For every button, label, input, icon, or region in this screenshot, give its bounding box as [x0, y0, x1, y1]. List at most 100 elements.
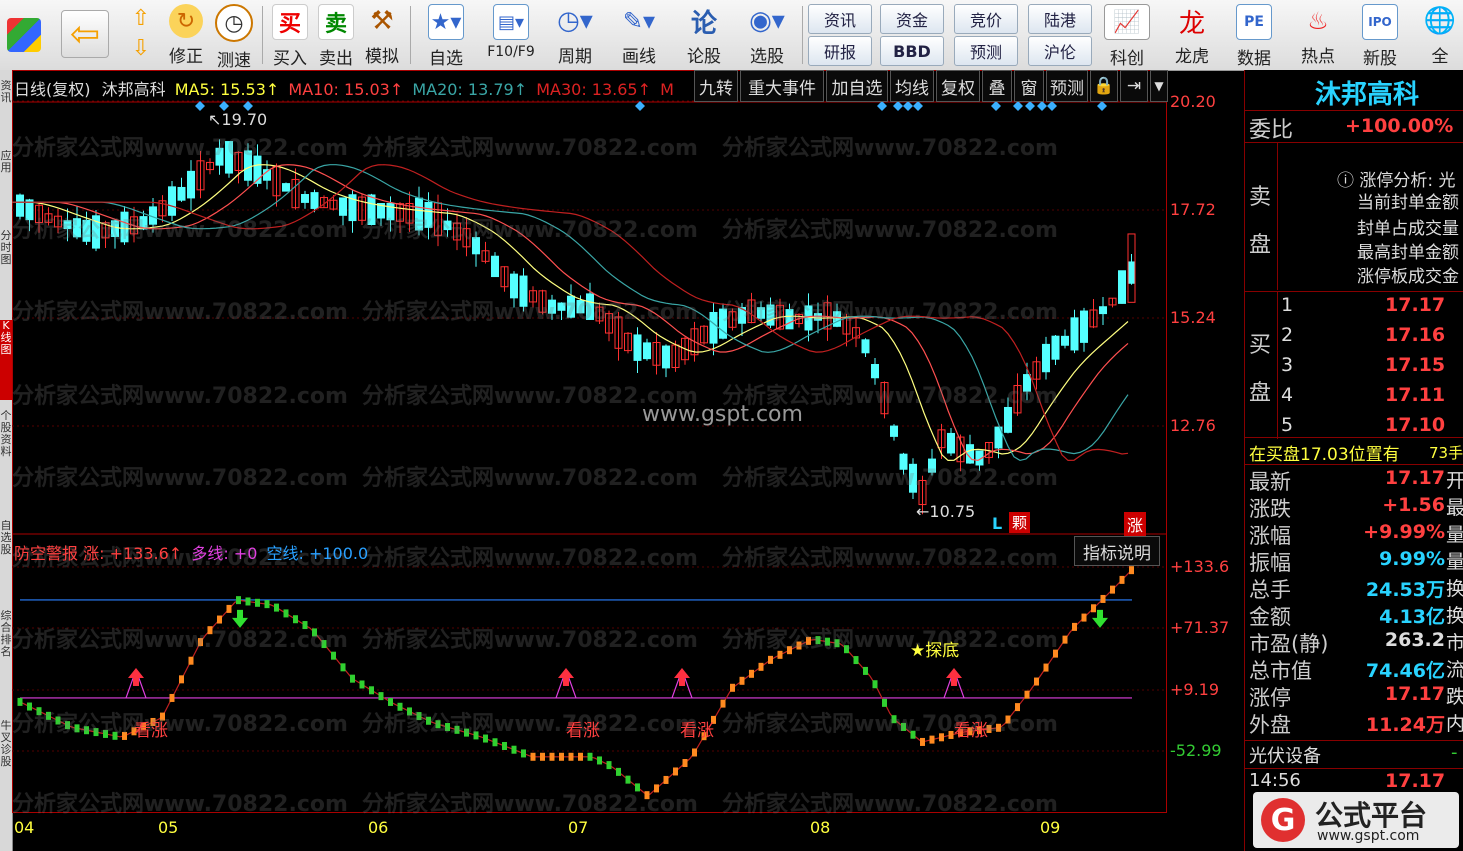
back-button[interactable]: ⇦ [58, 2, 112, 68]
left-tab-kline[interactable]: K线图 [0, 320, 12, 400]
sector-label[interactable]: 光伏设备 [1249, 742, 1321, 768]
stat-row: 总市值 74.46亿流 [1249, 655, 1463, 685]
left-tab-profile[interactable]: 个股资料 [0, 410, 12, 510]
toolbar-simulate-button[interactable]: ⚒ 模拟 [360, 2, 404, 68]
left-tab-diagnosis[interactable]: 牛叉诊股 [0, 720, 12, 840]
ipo-icon: IPO [1362, 4, 1398, 40]
indicator-bar [549, 752, 555, 761]
btn-ma[interactable]: 均线 [890, 70, 934, 102]
toolbar-discuss-button[interactable]: 论 论股 [680, 2, 728, 68]
toolbar-research-button[interactable]: 研报 [808, 36, 872, 66]
toolbar-shanghai-london-button[interactable]: 沪伦 [1028, 36, 1092, 66]
btn-window[interactable]: 窗 [1014, 70, 1044, 102]
toolbar-news-button[interactable]: 资讯 [808, 4, 872, 34]
panel-toggle-icon[interactable]: ⇥ [1120, 70, 1148, 102]
toolbar-forecast-button[interactable]: 预测 [954, 36, 1018, 66]
watermark-text: 分析家公式网www.70822.com [12, 466, 348, 491]
toolbar-hot-button[interactable]: ♨ 热点 [1290, 2, 1346, 68]
indicator-bar [188, 656, 194, 665]
period-clock-icon: ◷▾ [557, 6, 593, 36]
toolbar-watchlist-button[interactable]: ★▾ 自选 [418, 2, 474, 69]
btn-overlay[interactable]: 叠 [982, 70, 1012, 102]
indicator-help-button[interactable]: 指标说明 [1074, 536, 1160, 566]
indicator-bar [1043, 663, 1049, 672]
stat-label: 最新 [1249, 470, 1291, 494]
toolbar-speedtest-button[interactable]: ◷ 测速 [212, 2, 256, 71]
toolbar-data-button[interactable]: PE 数据 [1226, 2, 1282, 69]
candle-body [1118, 270, 1126, 304]
arrow-left-icon: ⇦ [61, 10, 109, 58]
toolbar-refresh-button[interactable]: ↻ 修正 [164, 2, 208, 68]
toolbar-global-button[interactable]: 🌐 全 [1418, 2, 1462, 68]
left-tab-ranking[interactable]: 综合排名 [0, 610, 12, 710]
high-price-annotation: ↖19.70 [208, 110, 268, 129]
stock-name-label: 沐邦高科 [101, 80, 166, 99]
indicator-bar [663, 775, 669, 784]
kline-chart-area[interactable]: 分析家公式网www.70822.com 分析家公式网www.70822.com 分析… [12, 70, 1244, 840]
watermark-text: 分析家公式网www.70822.com [12, 136, 348, 161]
buy-side-label: 买盘 [1249, 333, 1272, 406]
bid-row[interactable]: 3 17.15 [1281, 354, 1445, 376]
btn-jiuzhuan[interactable]: 九转 [694, 70, 738, 102]
toolbar-buy-button[interactable]: 买 买入 [268, 2, 312, 69]
candle-body [1070, 317, 1079, 351]
bid-row[interactable]: 2 17.16 [1281, 324, 1445, 346]
left-tab-apps[interactable]: 应用 [0, 150, 12, 220]
left-tab-watchlist[interactable]: 自选股 [0, 520, 12, 600]
app-logo-icon [4, 2, 44, 68]
watermark-text: 分析家公式网www.70822.com [362, 136, 698, 161]
toolbar-funds-button[interactable]: 资金 [880, 4, 944, 34]
btn-adjust[interactable]: 复权 [936, 70, 980, 102]
indicator-bar [359, 680, 365, 689]
left-tab-news[interactable]: 资讯 [0, 80, 12, 140]
chevron-down-icon[interactable]: ▼ [1150, 70, 1168, 102]
toolbar-select-stock-button[interactable]: ◉▾ 选股 [738, 2, 796, 68]
indicator-bar [692, 748, 697, 757]
watermark-text: 分析家公式网www.70822.com [12, 792, 348, 817]
indicator-line [19, 571, 1131, 795]
up-down-buttons[interactable]: ⇧ ⇩ [122, 2, 160, 68]
indicator-bar [1091, 604, 1096, 613]
stat-row: 总手 24.53万换 [1249, 574, 1463, 604]
candle-body [1099, 306, 1107, 315]
stat-tail: 换 [1445, 578, 1463, 600]
up-arrow-icon [128, 667, 144, 686]
candle-body [1004, 406, 1012, 433]
lock-icon[interactable]: 🔒 [1090, 70, 1118, 102]
indicator-bar [625, 775, 631, 784]
toolbar-label: 周期 [558, 47, 592, 67]
indicator-kongxian: 空线: +100.0 [266, 544, 369, 563]
limit-up-tag: 涨 [1124, 512, 1147, 536]
indicator-bar [492, 738, 498, 747]
bid-price: 17.15 [1385, 354, 1446, 376]
indicator-bar [739, 676, 745, 685]
bid-row[interactable]: 5 17.10 [1281, 414, 1445, 436]
toolbar-sell-button[interactable]: 卖 卖出 [314, 2, 358, 69]
toolbar-auction-button[interactable]: 竞价 [954, 4, 1018, 34]
stat-label: 涨跌 [1249, 497, 1291, 521]
toolbar-dragon-tiger-button[interactable]: 龙 龙虎 [1164, 2, 1220, 68]
btn-predict[interactable]: 预测 [1046, 70, 1088, 102]
btn-add-watch[interactable]: 加自选 [826, 70, 888, 102]
toolbar-kechuang-button[interactable]: 📈 科创 [1098, 2, 1156, 69]
stat-value: 24.53万 [1365, 579, 1445, 601]
toolbar-hk-connect-button[interactable]: 陆港 [1028, 4, 1092, 34]
left-tab-timeshare[interactable]: 分时图 [0, 230, 12, 310]
toolbar-period-button[interactable]: ◷▾ 周期 [546, 2, 604, 68]
indicator-bar [863, 666, 868, 675]
indicator-bar [530, 752, 536, 761]
bid-row[interactable]: 1 17.17 [1281, 294, 1445, 316]
toolbar-ipo-button[interactable]: IPO 新股 [1352, 2, 1408, 69]
toolbar-bbd-button[interactable]: BBD [880, 36, 944, 66]
btn-major-events[interactable]: 重大事件 [740, 70, 824, 102]
watermark-text: 分析家公式网www.70822.com [722, 218, 1058, 243]
toolbar-draw-button[interactable]: ✎▾ 画线 [610, 2, 668, 68]
stat-value: 9.99% [1379, 548, 1445, 570]
ma20-label: MA20: 13.79↑ [412, 80, 528, 99]
watermark-text: 分析家公式网www.70822.com [722, 136, 1058, 161]
toolbar-label: 选股 [750, 47, 784, 67]
indicator-tick: +71.37 [1170, 618, 1230, 637]
indicator-bar [616, 767, 621, 776]
bid-row[interactable]: 4 17.11 [1281, 384, 1445, 406]
toolbar-f10-button[interactable]: ▤▾ F10/F9 [480, 2, 542, 68]
